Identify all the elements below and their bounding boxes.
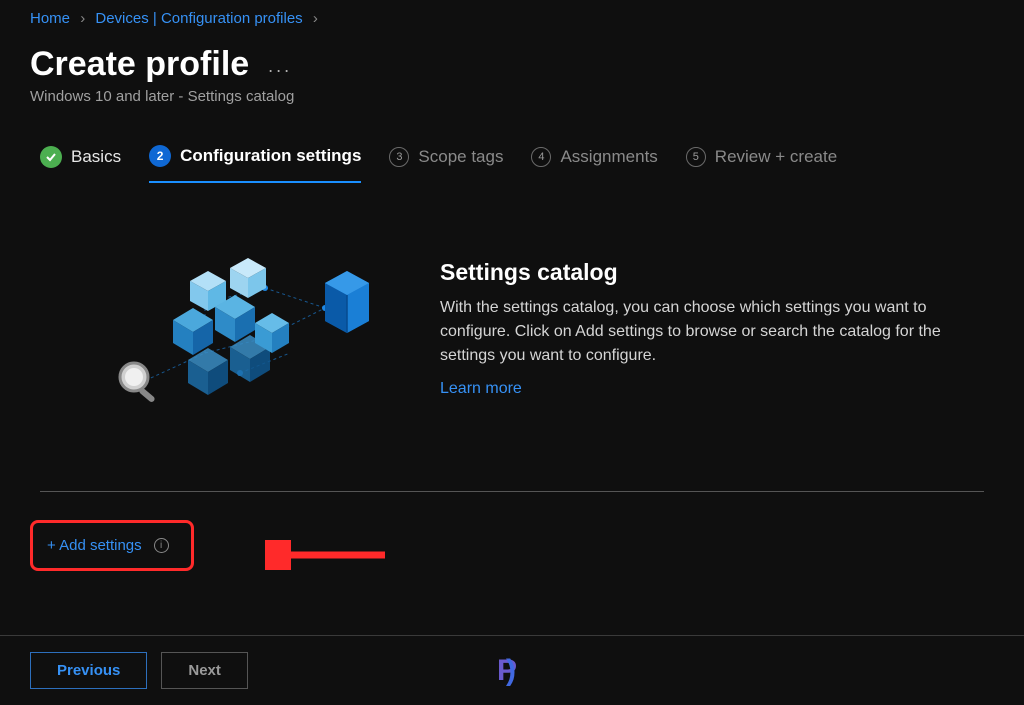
add-settings-label: + Add settings (47, 537, 142, 554)
add-settings-button[interactable]: + Add settings i (30, 520, 194, 571)
tab-scope-tags[interactable]: 3 Scope tags (389, 147, 503, 181)
breadcrumb: Home › Devices | Configuration profiles … (0, 0, 1024, 37)
tab-label: Scope tags (418, 147, 503, 167)
page-subtitle: Windows 10 and later - Settings catalog (30, 88, 994, 105)
brand-logo-icon: P) (497, 654, 527, 688)
content-area: Settings catalog With the settings catal… (0, 183, 1024, 463)
tab-assignments[interactable]: 4 Assignments (531, 147, 657, 181)
settings-catalog-illustration (110, 253, 390, 423)
more-icon[interactable]: ··· (268, 60, 292, 81)
step-number-icon: 2 (149, 145, 171, 167)
tab-configuration-settings[interactable]: 2 Configuration settings (149, 145, 361, 183)
step-number-icon: 3 (389, 147, 409, 167)
tab-basics[interactable]: Basics (40, 146, 121, 182)
tab-review-create[interactable]: 5 Review + create (686, 147, 837, 181)
page-header: Create profile ··· Windows 10 and later … (0, 37, 1024, 123)
tab-label: Configuration settings (180, 146, 361, 166)
page-title: Create profile (30, 45, 249, 84)
learn-more-link[interactable]: Learn more (440, 380, 522, 398)
divider (40, 491, 984, 492)
tab-label: Basics (71, 147, 121, 167)
footer-bar: Previous Next P) (0, 635, 1024, 705)
info-icon[interactable]: i (154, 538, 169, 553)
tab-label: Assignments (560, 147, 657, 167)
breadcrumb-home[interactable]: Home (30, 10, 70, 27)
info-body: With the settings catalog, you can choos… (440, 296, 984, 368)
wizard-tabs: Basics 2 Configuration settings 3 Scope … (0, 123, 1024, 183)
next-button[interactable]: Next (161, 652, 248, 689)
previous-button[interactable]: Previous (30, 652, 147, 689)
info-heading: Settings catalog (440, 259, 984, 286)
tab-label: Review + create (715, 147, 837, 167)
check-icon (40, 146, 62, 168)
info-panel: Settings catalog With the settings catal… (440, 253, 984, 398)
annotation-arrow-icon (265, 540, 395, 570)
chevron-right-icon: › (313, 10, 318, 27)
breadcrumb-devices[interactable]: Devices | Configuration profiles (95, 10, 302, 27)
chevron-right-icon: › (80, 10, 85, 27)
step-number-icon: 4 (531, 147, 551, 167)
step-number-icon: 5 (686, 147, 706, 167)
